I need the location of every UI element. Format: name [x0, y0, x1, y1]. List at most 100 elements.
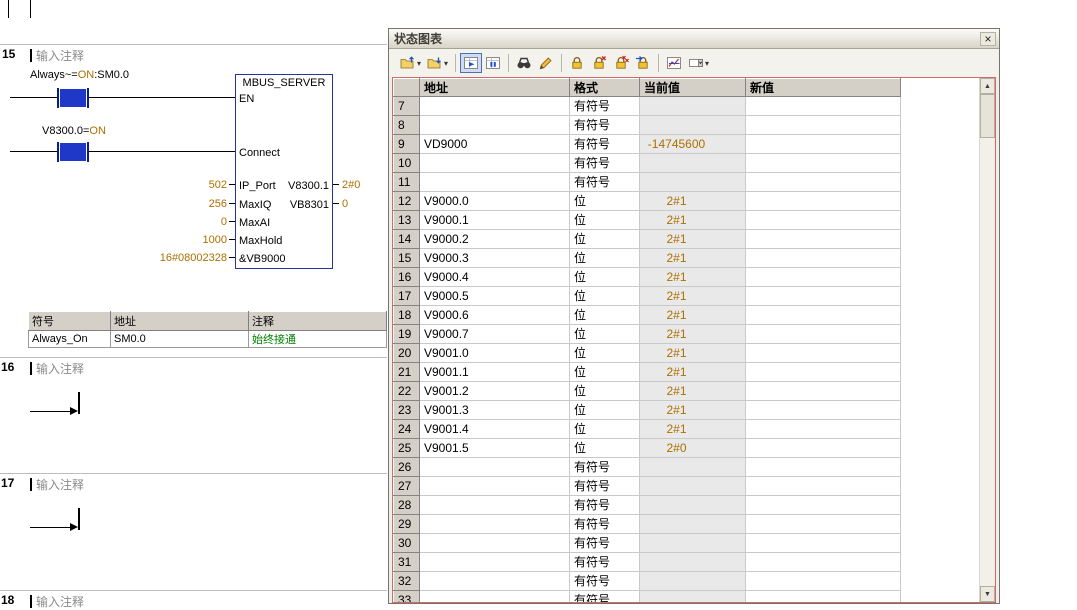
current-value-cell[interactable]: 2#1 [640, 211, 746, 230]
row-number-cell[interactable]: 16 [394, 268, 420, 287]
unforce-all-button[interactable] [610, 53, 632, 73]
col-header-format[interactable]: 格式 [570, 79, 640, 97]
format-cell[interactable]: 位 [570, 344, 640, 363]
address-cell[interactable]: V9001.0 [420, 344, 570, 363]
address-cell[interactable]: VD9000 [420, 135, 570, 154]
format-cell[interactable]: 有符号 [570, 135, 640, 154]
current-value-cell[interactable]: 2#1 [640, 268, 746, 287]
address-cell[interactable] [420, 173, 570, 192]
address-cell[interactable]: V9001.5 [420, 439, 570, 458]
network-title[interactable]: 输入注释 [36, 476, 84, 493]
format-cell[interactable]: 有符号 [570, 515, 640, 534]
current-value-cell[interactable] [640, 534, 746, 553]
new-value-cell[interactable] [746, 572, 901, 591]
current-value-cell[interactable] [640, 477, 746, 496]
address-cell[interactable]: V9001.4 [420, 420, 570, 439]
row-number-cell[interactable]: 15 [394, 249, 420, 268]
network-title[interactable]: 输入注释 [36, 593, 84, 610]
row-number-cell[interactable]: 10 [394, 154, 420, 173]
format-cell[interactable]: 位 [570, 401, 640, 420]
format-cell[interactable]: 位 [570, 249, 640, 268]
address-cell[interactable]: V9000.6 [420, 306, 570, 325]
format-cell[interactable]: 位 [570, 325, 640, 344]
current-value-cell[interactable]: -14745600 [640, 135, 746, 154]
force-button[interactable] [566, 53, 588, 73]
new-value-cell[interactable] [746, 306, 901, 325]
row-number-cell[interactable]: 23 [394, 401, 420, 420]
input-value[interactable]: 256 [167, 198, 227, 210]
window-titlebar[interactable]: 状态图表 [389, 29, 999, 49]
row-number-cell[interactable]: 22 [394, 382, 420, 401]
row-number-cell[interactable]: 21 [394, 363, 420, 382]
symtab-symbol-cell[interactable]: Always_On [29, 331, 111, 348]
row-number-cell[interactable]: 9 [394, 135, 420, 154]
row-number-cell[interactable]: 19 [394, 325, 420, 344]
address-cell[interactable]: V9000.5 [420, 287, 570, 306]
new-value-cell[interactable] [746, 534, 901, 553]
normally-open-contact[interactable] [60, 143, 86, 161]
current-value-cell[interactable]: 2#1 [640, 192, 746, 211]
address-cell[interactable] [420, 154, 570, 173]
scroll-up-button[interactable]: ▲ [980, 78, 995, 94]
address-cell[interactable]: V9001.1 [420, 363, 570, 382]
current-value-cell[interactable]: 2#1 [640, 344, 746, 363]
dropdown-arrow-icon[interactable]: ▾ [444, 59, 448, 68]
network-title[interactable]: 输入注释 [36, 47, 84, 64]
address-cell[interactable]: V9000.0 [420, 192, 570, 211]
new-value-cell[interactable] [746, 515, 901, 534]
new-value-cell[interactable] [746, 325, 901, 344]
format-cell[interactable]: 位 [570, 211, 640, 230]
address-cell[interactable]: V9001.2 [420, 382, 570, 401]
row-number-cell[interactable]: 28 [394, 496, 420, 515]
format-cell[interactable]: 有符号 [570, 591, 640, 604]
format-cell[interactable]: 有符号 [570, 477, 640, 496]
format-cell[interactable]: 位 [570, 363, 640, 382]
current-value-cell[interactable] [640, 591, 746, 604]
current-value-cell[interactable] [640, 458, 746, 477]
current-value-cell[interactable] [640, 97, 746, 116]
current-value-cell[interactable]: 2#1 [640, 306, 746, 325]
current-value-cell[interactable] [640, 116, 746, 135]
chart-status-on-button[interactable] [460, 53, 482, 73]
input-value[interactable]: 1000 [167, 234, 227, 246]
new-value-cell[interactable] [746, 287, 901, 306]
row-number-cell[interactable]: 17 [394, 287, 420, 306]
new-value-cell[interactable] [746, 420, 901, 439]
format-cell[interactable]: 有符号 [570, 97, 640, 116]
new-value-cell[interactable] [746, 344, 901, 363]
format-cell[interactable]: 位 [570, 382, 640, 401]
new-value-cell[interactable] [746, 268, 901, 287]
address-cell[interactable] [420, 572, 570, 591]
sort-descending-button[interactable]: ▾ [424, 53, 451, 73]
current-value-cell[interactable]: 2#1 [640, 363, 746, 382]
new-value-cell[interactable] [746, 382, 901, 401]
format-cell[interactable]: 有符号 [570, 116, 640, 135]
row-number-cell[interactable]: 32 [394, 572, 420, 591]
new-value-cell[interactable] [746, 591, 901, 604]
address-cell[interactable]: V9000.1 [420, 211, 570, 230]
vertical-scrollbar[interactable]: ▲ ▼ [979, 78, 995, 602]
trend-view-button[interactable] [663, 53, 685, 73]
row-number-cell[interactable]: 24 [394, 420, 420, 439]
new-value-cell[interactable] [746, 496, 901, 515]
normally-open-contact[interactable] [60, 89, 86, 107]
scrollbar-thumb[interactable] [980, 94, 995, 138]
format-cell[interactable]: 有符号 [570, 154, 640, 173]
row-number-cell[interactable]: 11 [394, 173, 420, 192]
row-number-cell[interactable]: 14 [394, 230, 420, 249]
row-number-header[interactable] [394, 79, 420, 97]
col-header-address[interactable]: 地址 [420, 79, 570, 97]
current-value-cell[interactable] [640, 496, 746, 515]
symtab-address-cell[interactable]: SM0.0 [111, 331, 249, 348]
current-value-cell[interactable] [640, 173, 746, 192]
row-number-cell[interactable]: 27 [394, 477, 420, 496]
chart-status-pause-button[interactable] [482, 53, 504, 73]
read-forced-button[interactable] [632, 53, 654, 73]
new-value-cell[interactable] [746, 116, 901, 135]
unforce-button[interactable] [588, 53, 610, 73]
input-value[interactable]: 16#08002328 [147, 252, 227, 264]
current-value-cell[interactable] [640, 553, 746, 572]
address-combo-button[interactable]: ▾ [685, 53, 712, 73]
input-value[interactable]: 0 [167, 216, 227, 228]
address-cell[interactable]: V9000.4 [420, 268, 570, 287]
